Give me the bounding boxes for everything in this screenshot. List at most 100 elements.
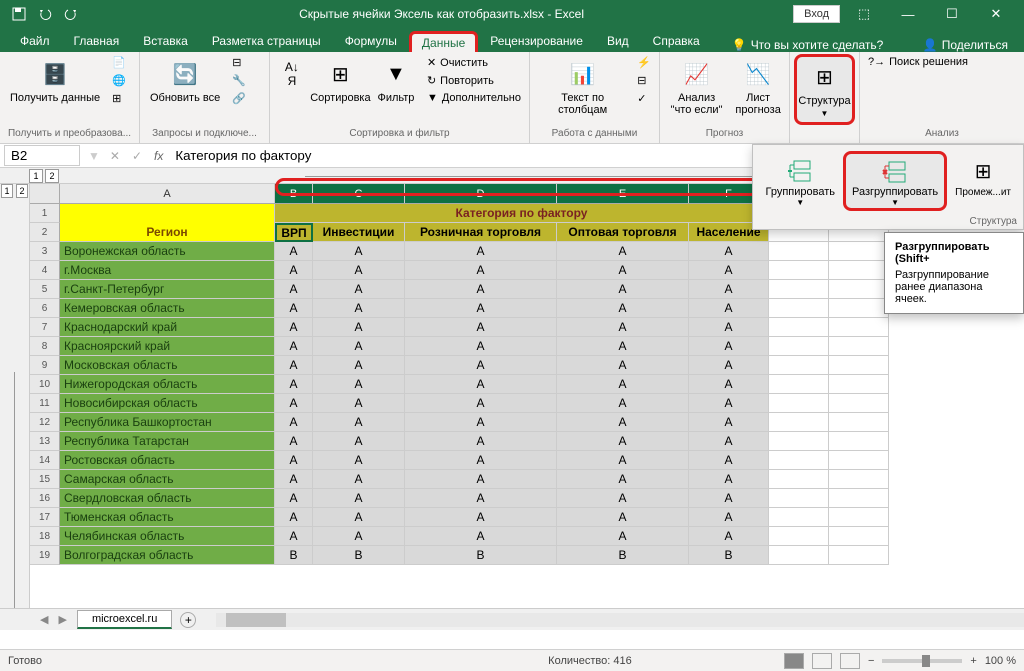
region-cell[interactable]: Московская область [60, 356, 275, 375]
tab-page-layout[interactable]: Разметка страницы [200, 30, 333, 52]
data-cell[interactable]: A [313, 413, 405, 432]
col-header-D[interactable]: D [405, 184, 557, 203]
normal-view-button[interactable] [784, 653, 804, 669]
cell[interactable] [829, 413, 889, 432]
data-cell[interactable]: A [405, 337, 557, 356]
data-cell[interactable]: A [689, 280, 769, 299]
data-cell[interactable]: A [405, 413, 557, 432]
data-cell[interactable]: B [557, 546, 689, 565]
row-header[interactable]: 9 [30, 356, 60, 375]
cell[interactable] [829, 261, 889, 280]
save-icon[interactable] [8, 3, 30, 25]
data-cell[interactable]: A [689, 432, 769, 451]
data-cell[interactable]: A [689, 394, 769, 413]
data-cell[interactable]: A [689, 470, 769, 489]
remove-dup-icon[interactable]: ⊟ [633, 72, 655, 89]
forecast-sheet-button[interactable]: 📉 Лист прогноза [731, 54, 785, 120]
region-cell[interactable]: Тюменская область [60, 508, 275, 527]
row-header[interactable]: 10 [30, 375, 60, 394]
data-cell[interactable]: A [313, 451, 405, 470]
clear-filter-button[interactable]: ✕ Очистить [423, 54, 525, 71]
sort-button[interactable]: ⊞ Сортировка [312, 54, 369, 108]
data-cell[interactable]: A [405, 527, 557, 546]
data-cell[interactable]: A [689, 489, 769, 508]
region-cell[interactable]: Краснодарский край [60, 318, 275, 337]
row-header[interactable]: 8 [30, 337, 60, 356]
data-cell[interactable]: A [275, 394, 313, 413]
data-cell[interactable]: A [689, 451, 769, 470]
zoom-out-button[interactable]: − [868, 655, 874, 667]
data-cell[interactable]: A [313, 356, 405, 375]
tab-insert[interactable]: Вставка [131, 30, 200, 52]
col-header-B[interactable]: B [275, 184, 313, 203]
col-header-cell[interactable]: Инвестиции [313, 223, 405, 242]
cell[interactable] [769, 432, 829, 451]
fx-button[interactable]: fx [148, 149, 169, 163]
cell[interactable] [769, 375, 829, 394]
region-cell[interactable]: Нижегородская область [60, 375, 275, 394]
data-cell[interactable]: B [405, 546, 557, 565]
col-outline-level-2[interactable]: 2 [45, 169, 59, 183]
data-cell[interactable]: A [405, 432, 557, 451]
data-cell[interactable]: A [557, 489, 689, 508]
data-cell[interactable]: A [557, 337, 689, 356]
cell[interactable] [769, 470, 829, 489]
data-cell[interactable]: A [557, 375, 689, 394]
data-cell[interactable]: A [405, 356, 557, 375]
data-cell[interactable]: A [275, 280, 313, 299]
from-table-icon[interactable]: ⊞ [108, 90, 130, 107]
data-cell[interactable]: A [405, 375, 557, 394]
row-header[interactable]: 11 [30, 394, 60, 413]
region-cell[interactable]: г.Москва [60, 261, 275, 280]
cell[interactable] [769, 318, 829, 337]
data-cell[interactable]: A [313, 261, 405, 280]
sheet-nav-prev-icon[interactable]: ◀ [40, 613, 48, 626]
data-cell[interactable]: A [313, 337, 405, 356]
cell[interactable] [769, 356, 829, 375]
zoom-in-button[interactable]: + [970, 655, 976, 667]
data-cell[interactable]: A [313, 432, 405, 451]
data-cell[interactable]: A [557, 318, 689, 337]
cell[interactable] [769, 280, 829, 299]
row-header[interactable]: 15 [30, 470, 60, 489]
tab-file[interactable]: Файл [8, 30, 62, 52]
col-header-E[interactable]: E [557, 184, 689, 203]
data-cell[interactable]: A [689, 508, 769, 527]
flash-fill-icon[interactable]: ⚡ [633, 54, 655, 71]
cell[interactable] [829, 318, 889, 337]
row-header[interactable]: 2 [30, 223, 60, 242]
tell-me-search[interactable]: 💡 Что вы хотите сделать? [732, 38, 884, 52]
data-cell[interactable]: A [557, 470, 689, 489]
data-cell[interactable]: A [275, 489, 313, 508]
row-header[interactable]: 3 [30, 242, 60, 261]
data-cell[interactable]: B [275, 546, 313, 565]
row-outline-level-2[interactable]: 2 [16, 184, 28, 198]
data-cell[interactable]: A [405, 242, 557, 261]
row-outline-level-1[interactable]: 1 [1, 184, 13, 198]
cell[interactable] [769, 242, 829, 261]
name-box[interactable] [4, 145, 80, 166]
cell[interactable] [829, 242, 889, 261]
data-cell[interactable]: A [313, 318, 405, 337]
data-cell[interactable]: A [689, 527, 769, 546]
data-cell[interactable]: A [405, 508, 557, 527]
data-cell[interactable]: A [689, 299, 769, 318]
from-text-icon[interactable]: 📄 [108, 54, 130, 71]
region-header-cell[interactable]: Регион [60, 223, 275, 242]
maximize-button[interactable]: ☐ [932, 0, 972, 28]
data-cell[interactable]: A [275, 299, 313, 318]
region-cell[interactable]: Кемеровская область [60, 299, 275, 318]
cell[interactable] [769, 508, 829, 527]
tab-home[interactable]: Главная [62, 30, 132, 52]
data-cell[interactable]: A [557, 432, 689, 451]
cancel-icon[interactable]: ✕ [104, 149, 126, 163]
data-cell[interactable]: A [557, 394, 689, 413]
data-cell[interactable]: A [557, 451, 689, 470]
row-header[interactable]: 7 [30, 318, 60, 337]
data-cell[interactable]: A [313, 242, 405, 261]
ungroup-button[interactable]: Разгруппировать ▼ [843, 151, 947, 211]
cell[interactable] [769, 337, 829, 356]
horizontal-scrollbar[interactable] [216, 613, 1024, 627]
cell[interactable] [769, 489, 829, 508]
tab-help[interactable]: Справка [641, 30, 712, 52]
